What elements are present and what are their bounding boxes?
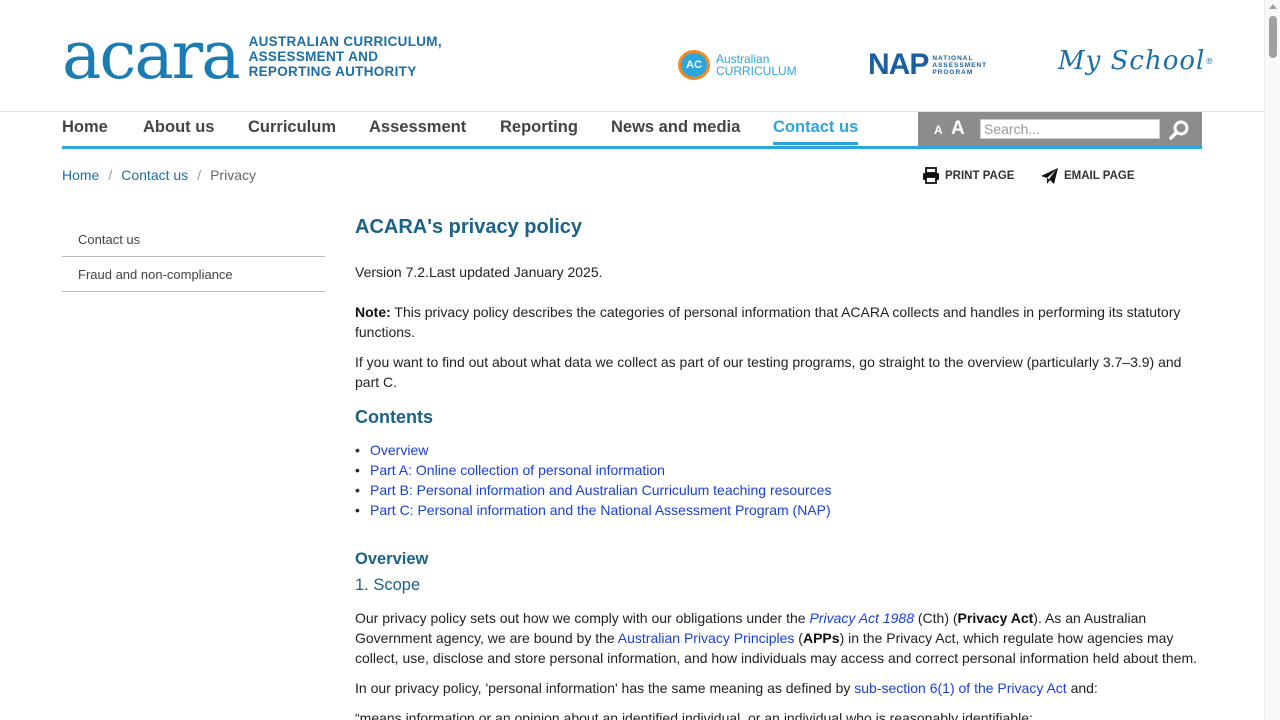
- australian-privacy-principles-link[interactable]: Australian Privacy Principles: [618, 630, 795, 646]
- contents-link-overview[interactable]: Overview: [370, 440, 428, 460]
- bold-term: APPs: [802, 630, 840, 646]
- australian-curriculum-logo[interactable]: AC Australian CURRICULUM: [678, 50, 797, 80]
- list-item: • Part B: Personal information and Austra…: [355, 480, 1200, 500]
- sidebar-item-contact-us[interactable]: Contact us: [62, 222, 325, 257]
- scope-paragraph: Our privacy policy sets out how we compl…: [355, 608, 1200, 668]
- search-input[interactable]: [980, 119, 1160, 139]
- scroll-thumb[interactable]: [1269, 16, 1277, 58]
- nav-reporting[interactable]: Reporting: [500, 118, 578, 137]
- nap-big: NAP: [868, 48, 929, 81]
- page-title: ACARA's privacy policy: [355, 216, 583, 238]
- ac-text: Australian CURRICULUM: [716, 53, 797, 77]
- sidebar: Contact us Fraud and non-compliance: [62, 222, 325, 292]
- bold-term: Privacy Act: [957, 610, 1034, 626]
- breadcrumb: Home / Contact us / Privacy: [62, 167, 256, 183]
- my-school-logo[interactable]: My School ®: [1058, 46, 1214, 76]
- nav-about-us[interactable]: About us: [143, 118, 215, 137]
- font-size-increase-button[interactable]: A: [951, 118, 965, 140]
- contents-link-part-c[interactable]: Part C: Personal information and the Nat…: [370, 500, 831, 520]
- intro-paragraph: If you want to find out about what data …: [355, 354, 1182, 390]
- print-page-button[interactable]: PRINT PAGE: [922, 167, 1014, 184]
- nap-small: NATIONAL ASSESSMENT PROGRAM: [932, 55, 987, 76]
- site-header: acara AUSTRALIAN CURRICULUM, ASSESSMENT …: [0, 0, 1264, 112]
- print-page-label: PRINT PAGE: [945, 169, 1015, 182]
- breadcrumb-separator: /: [108, 167, 113, 183]
- nap-logo[interactable]: NAP NATIONAL ASSESSMENT PROGRAM: [868, 48, 987, 82]
- email-page-button[interactable]: EMAIL PAGE: [1040, 167, 1135, 185]
- logo-mark: acara: [62, 17, 241, 94]
- bullet: •: [355, 462, 360, 478]
- overview-heading: Overview: [355, 550, 429, 568]
- contents-heading: Contents: [355, 407, 433, 427]
- version-text: Version 7.2.Last updated January 2025.: [355, 264, 603, 280]
- scroll-up-arrow-icon[interactable]: [1269, 4, 1277, 9]
- subsection-link[interactable]: sub-section 6(1) of the Privacy Act: [854, 680, 1066, 696]
- nav-assessment[interactable]: Assessment: [369, 118, 466, 137]
- nap-small-line: NATIONAL: [932, 54, 974, 62]
- bullet: •: [355, 502, 360, 518]
- note-label: Note:: [355, 304, 391, 320]
- bullet: •: [355, 442, 360, 458]
- main-nav: Home About us Curriculum Assessment Repo…: [62, 112, 1202, 149]
- printer-icon: [923, 167, 939, 184]
- note-paragraph: Note: This privacy policy describes the …: [355, 302, 1200, 342]
- logo-text-line: AUSTRALIAN CURRICULUM,: [248, 33, 442, 49]
- nav-news-and-media[interactable]: News and media: [611, 118, 740, 137]
- list-item: • Part C: Personal information and the Na…: [355, 500, 1200, 520]
- text-run: and:: [1066, 680, 1098, 696]
- note-text: This privacy policy describes the catego…: [355, 304, 1181, 340]
- nap-small-line: ASSESSMENT: [932, 61, 988, 69]
- privacy-act-link[interactable]: Privacy Act 1988: [809, 610, 914, 626]
- nav-contact-us[interactable]: Contact us: [773, 118, 859, 145]
- quote-paragraph: “means information or an opinion about a…: [355, 710, 1033, 720]
- contents-link-part-a[interactable]: Part A: Online collection of personal in…: [370, 460, 665, 480]
- contents-link-part-b[interactable]: Part B: Personal information and Austral…: [370, 480, 831, 500]
- breadcrumb-home[interactable]: Home: [62, 167, 99, 183]
- text-run: In our privacy policy, 'personal informa…: [355, 680, 855, 696]
- nav-curriculum[interactable]: Curriculum: [248, 118, 336, 137]
- breadcrumb-contact-us[interactable]: Contact us: [121, 167, 188, 183]
- registered-mark: ®: [1205, 56, 1215, 66]
- sidebar-item-fraud-and-non-compliance[interactable]: Fraud and non-compliance: [62, 257, 325, 292]
- email-page-label: EMAIL PAGE: [1064, 170, 1135, 182]
- ac-text-line: CURRICULUM: [716, 64, 797, 78]
- text-run: (Cth) (: [913, 610, 958, 626]
- text-run: (: [794, 630, 803, 646]
- scope-heading: 1. Scope: [355, 576, 421, 594]
- acara-logo[interactable]: acara AUSTRALIAN CURRICULUM, ASSESSMENT …: [62, 17, 442, 94]
- my-school-text: My School: [1058, 46, 1206, 76]
- definition-paragraph: In our privacy policy, 'personal informa…: [355, 678, 1200, 698]
- list-item: • Part A: Online collection of personal i…: [355, 460, 1200, 480]
- search-icon[interactable]: [1168, 119, 1190, 141]
- breadcrumb-current: Privacy: [210, 167, 256, 183]
- bullet: •: [355, 482, 360, 498]
- breadcrumb-separator: /: [197, 167, 202, 183]
- search-bar: A A: [918, 112, 1202, 146]
- font-size-decrease-button[interactable]: A: [934, 123, 943, 137]
- list-item: • Overview: [355, 440, 1200, 460]
- ac-badge: AC: [678, 50, 710, 80]
- nap-small-line: PROGRAM: [932, 68, 974, 76]
- logo-text-line: REPORTING AUTHORITY: [248, 63, 417, 79]
- vertical-scrollbar[interactable]: [1264, 0, 1280, 720]
- nav-home[interactable]: Home: [62, 118, 108, 137]
- text-run: Our privacy policy sets out how we compl…: [355, 610, 810, 626]
- contents-list: • Overview • Part A: Online collection of …: [355, 440, 1200, 520]
- main-content: ACARA's privacy policy Version 7.2.Last …: [355, 214, 1200, 720]
- logo-text: AUSTRALIAN CURRICULUM, ASSESSMENT AND RE…: [249, 34, 442, 79]
- logo-text-line: ASSESSMENT AND: [248, 48, 379, 64]
- paper-plane-icon: [1041, 168, 1058, 184]
